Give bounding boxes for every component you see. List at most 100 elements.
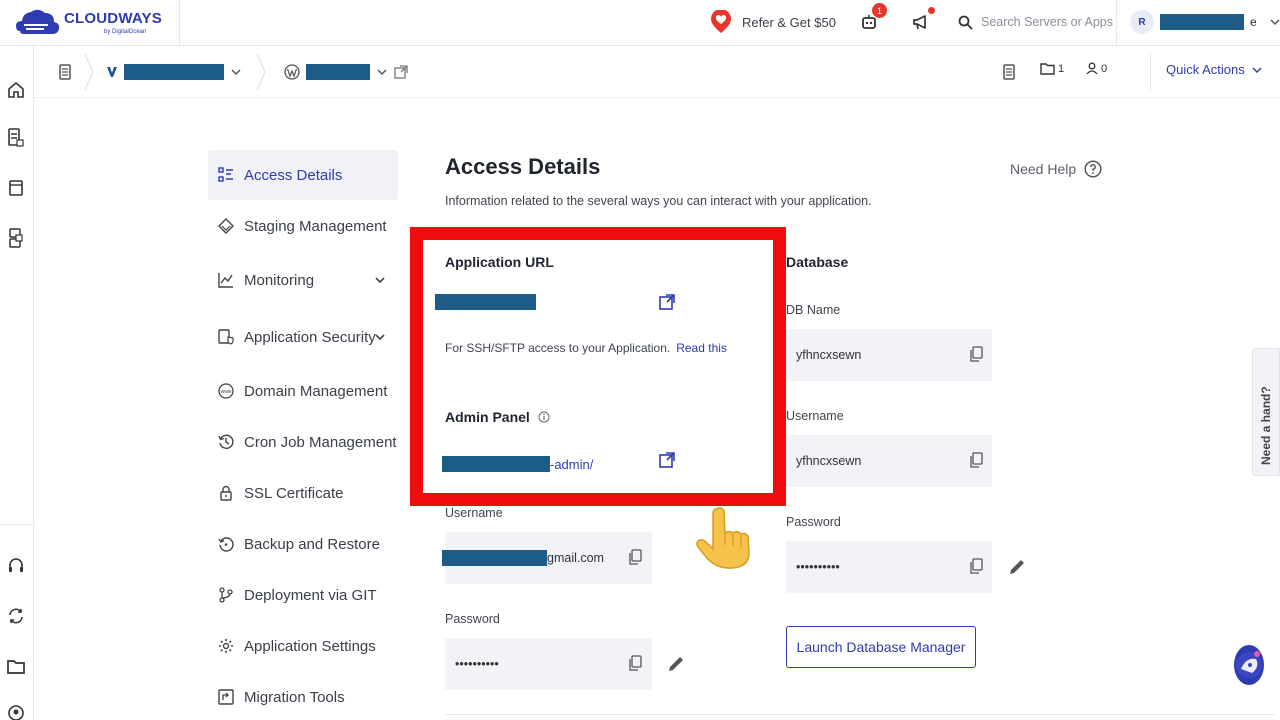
user-name-suffix: e [1250,15,1257,29]
announcements-button[interactable] [909,7,935,34]
open-external-icon[interactable] [659,452,675,468]
admin-username-suffix: gmail.com [547,551,604,565]
copy-icon[interactable] [628,549,642,565]
layers-icon [218,218,234,234]
www-icon: www [218,383,234,399]
need-a-hand-tab[interactable]: Need a hand? [1252,348,1280,476]
nav-label: Migration Tools [244,688,345,706]
application-selector[interactable] [284,60,408,84]
chevron-down-icon [375,334,385,341]
refer-button[interactable]: Refer & Get $50 [710,8,836,36]
history-icon [218,434,234,449]
page-subtitle: Information related to the several ways … [445,194,872,208]
copy-icon[interactable] [628,655,642,671]
wordpress-icon [284,64,300,80]
brand-logo[interactable]: CLOUDWAYS by DigitalOcean [0,0,180,46]
nav-cron-job-management[interactable]: Cron Job Management [208,417,398,467]
list-icon [218,167,233,182]
redacted-app-url [435,294,536,310]
server-selector[interactable] [106,60,242,84]
edit-pencil-icon[interactable] [667,655,685,673]
home-icon [8,81,24,98]
nav-label: Cron Job Management [244,433,397,451]
admin-panel-link[interactable]: -admin/ [442,456,593,472]
info-icon[interactable] [538,411,550,423]
nav-label: Staging Management [244,217,387,235]
need-help-link[interactable]: Need Help [1010,160,1102,178]
servers-list-button[interactable] [58,60,72,84]
nav-monitoring[interactable]: Monitoring [208,255,398,305]
nav-label: Backup and Restore [244,535,380,553]
launch-database-manager-button[interactable]: Launch Database Manager [786,626,976,668]
redacted-user-name [1160,14,1244,30]
redacted-admin-url [442,456,550,472]
need-help-label: Need Help [1010,161,1077,177]
db-name-value: yfhncxsewn [796,348,862,362]
rail-home[interactable] [5,79,27,101]
bot-button[interactable]: 1 [857,3,887,34]
application-url-link[interactable] [435,294,536,310]
copy-icon[interactable] [969,346,983,362]
left-rail [0,46,34,720]
ssh-text: For SSH/SFTP access to your Application. [445,341,671,355]
user-icon [1086,62,1098,75]
rail-projects[interactable] [5,227,27,249]
nav-domain-management[interactable]: www Domain Management [208,366,398,416]
rail-servers[interactable] [5,127,27,149]
nav-application-security[interactable]: Application Security [208,312,398,362]
copy-icon[interactable] [969,452,983,468]
quick-actions-button[interactable]: Quick Actions [1166,62,1263,77]
search-input[interactable]: Search Servers or Apps [958,10,1113,34]
megaphone-icon [913,15,926,30]
chatbot-button[interactable] [1234,645,1264,685]
redacted-app-name [306,64,370,80]
nav-access-details[interactable]: Access Details [208,150,398,200]
vultr-logo-icon [107,67,117,77]
cloud-logo-icon [16,9,60,35]
open-external-icon[interactable] [394,65,408,79]
folder-icon [1040,63,1055,75]
quick-actions-label: Quick Actions [1166,62,1245,77]
server-icon-button[interactable] [1002,60,1016,84]
db-password-value: •••••••••• [796,560,840,574]
copy-icon[interactable] [969,558,983,574]
nav-application-settings[interactable]: Application Settings [208,621,398,671]
nav-label: SSL Certificate [244,484,344,502]
read-this-link[interactable]: Read this [676,341,727,355]
project-count[interactable]: 1 [1040,62,1064,75]
headset-icon [9,558,23,572]
nav-backup-restore[interactable]: Backup and Restore [208,519,398,569]
user-menu[interactable]: R e [1130,8,1280,36]
chevron-down-icon [377,69,387,76]
redacted-username [442,550,547,566]
pointing-hand-icon [696,507,750,569]
admin-password-value: •••••••••• [455,657,499,671]
rail-integrations[interactable] [5,605,27,627]
database-title: Database [786,254,849,270]
chatbot-icon [1236,651,1262,678]
rail-files[interactable] [5,655,27,677]
lock-icon [220,485,232,501]
nav-migration-tools[interactable]: Migration Tools [208,672,398,720]
chevron-down-icon [231,69,241,76]
nav-deployment-git[interactable]: Deployment via GIT [208,570,398,620]
git-icon [219,587,233,603]
rail-support[interactable] [5,555,27,577]
layers-stack-icon [9,228,23,248]
admin-password-field: •••••••••• [445,638,652,690]
nav-staging-management[interactable]: Staging Management [208,201,398,251]
team-count[interactable]: 0 [1086,62,1107,75]
db-username-field: yfhncxsewn [786,435,992,487]
browser-icon [9,180,23,196]
rail-account[interactable] [5,702,27,720]
chevron-down-icon [1252,66,1262,73]
nav-ssl-certificate[interactable]: SSL Certificate [208,468,398,518]
search-placeholder: Search Servers or Apps [981,15,1114,29]
application-url-label: Application URL [445,254,554,270]
open-external-icon[interactable] [659,294,675,310]
heart-badge-icon [711,10,731,33]
server-list-icon [1003,64,1015,80]
edit-pencil-icon[interactable] [1008,558,1026,576]
rail-applications[interactable] [5,177,27,199]
user-circle-icon [8,705,24,720]
